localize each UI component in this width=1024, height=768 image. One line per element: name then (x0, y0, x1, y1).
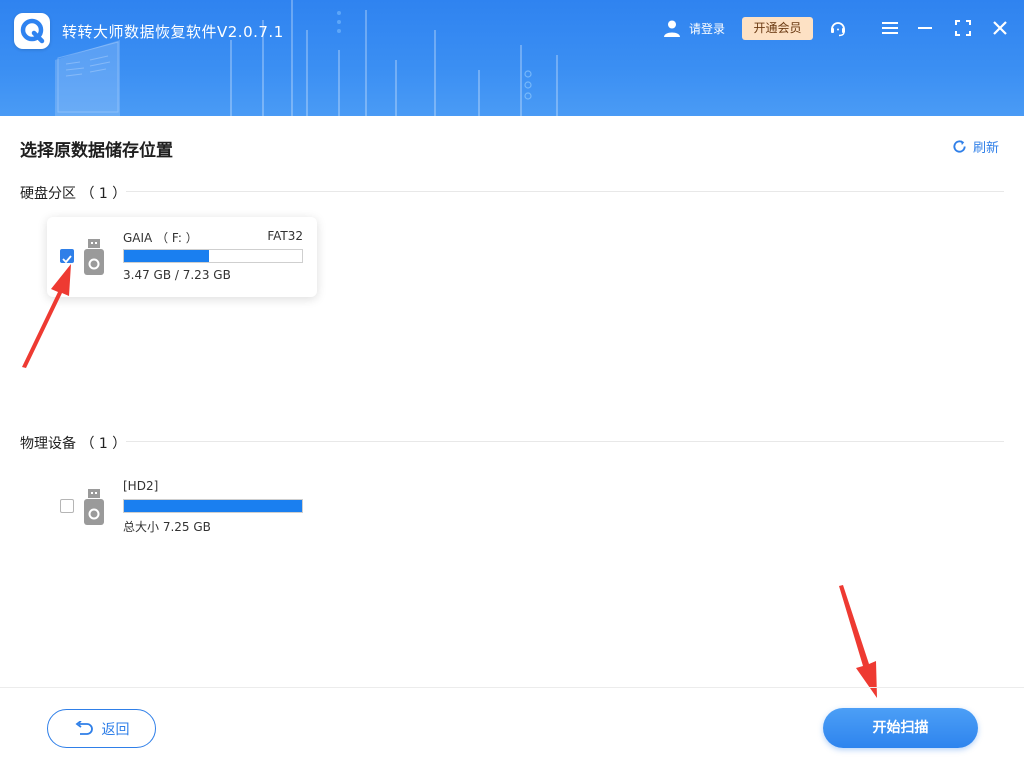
menu-icon[interactable] (881, 19, 899, 37)
physical-section-divider (126, 441, 1004, 442)
back-arrow-icon (75, 720, 93, 735)
back-label: 返回 (101, 721, 130, 738)
login-label: 请登录 (689, 21, 726, 36)
refresh-label: 刷新 (973, 141, 1000, 156)
refresh-icon (953, 140, 966, 153)
physical-card-hd2[interactable]: [HD2] 总大小 7.25 GB (47, 467, 317, 547)
partition-checkbox[interactable] (60, 249, 74, 264)
drive-usage-bar (123, 249, 303, 263)
drive-filesystem: FAT32 (267, 229, 303, 243)
drive-size: 总大小 7.25 GB (123, 520, 211, 534)
back-button[interactable]: 返回 (47, 709, 156, 748)
refresh-button[interactable]: 刷新 (952, 137, 999, 156)
physical-section-title: 物理设备 （ 1 ） (20, 436, 127, 452)
vip-button[interactable]: 开通会员 (742, 17, 813, 40)
partition-section-title: 硬盘分区 （ 1 ） (20, 186, 127, 202)
minimize-icon[interactable] (916, 19, 934, 37)
maximize-icon[interactable] (954, 19, 972, 37)
drive-name: [HD2] (123, 479, 159, 493)
close-icon[interactable] (991, 19, 1009, 37)
annotation-arrow-scan (839, 585, 877, 698)
footer-divider (0, 687, 1024, 688)
physical-checkbox[interactable] (60, 499, 74, 513)
app-logo-icon (14, 13, 50, 49)
drive-size: 3.47 GB / 7.23 GB (123, 268, 231, 282)
start-scan-button[interactable]: 开始扫描 (823, 708, 978, 748)
drive-usage-bar (123, 499, 303, 513)
login-button[interactable]: 请登录 (662, 17, 725, 39)
annotation-arrow-partition (22, 264, 71, 368)
partition-card-gaia[interactable]: GAIA （ F: ） FAT32 3.47 GB / 7.23 GB (47, 217, 317, 297)
drive-name: GAIA （ F: ） (123, 231, 198, 245)
header-decoration (55, 0, 558, 116)
partition-section-divider (126, 191, 1004, 192)
title-bar: 转转大师数据恢复软件V2.0.7.1 请登录 开通会员 (0, 0, 1024, 116)
user-icon (664, 20, 680, 37)
usb-drive-icon (84, 489, 104, 525)
app-title: 转转大师数据恢复软件V2.0.7.1 (62, 23, 284, 41)
drive-usage-fill (124, 250, 210, 262)
page-title: 选择原数据储存位置 (20, 141, 173, 161)
drive-usage-fill (124, 500, 302, 512)
headset-icon[interactable] (829, 19, 847, 37)
usb-drive-icon (84, 239, 104, 275)
